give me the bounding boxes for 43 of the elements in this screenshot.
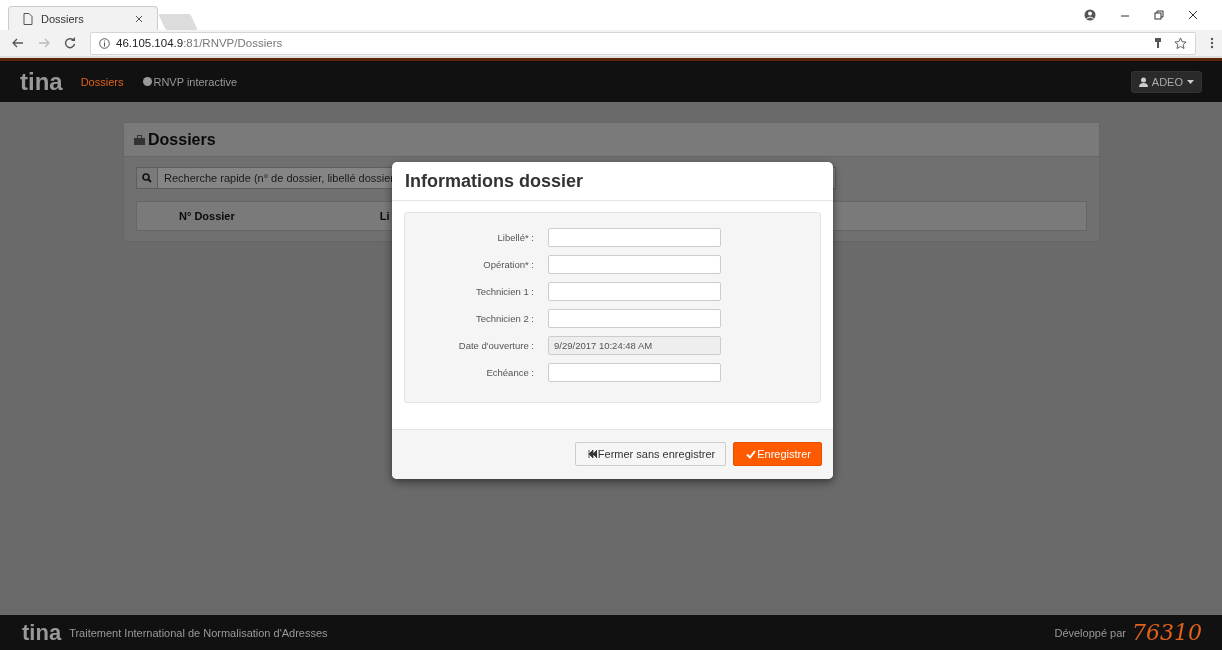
logo: tina xyxy=(22,619,62,646)
input-field[interactable] xyxy=(548,363,721,382)
restore-icon[interactable] xyxy=(1154,10,1164,20)
browser-tab[interactable]: Dossiers xyxy=(8,6,158,30)
nav-link[interactable]: RNVP interactive xyxy=(143,75,238,88)
caret-icon xyxy=(1187,79,1194,84)
field-label: Opération* : xyxy=(482,259,535,270)
close-icon[interactable] xyxy=(1188,10,1198,20)
logo[interactable]: tina xyxy=(20,67,63,96)
reload-icon[interactable] xyxy=(64,37,76,49)
field-label: Echéance : xyxy=(485,367,535,378)
modal-title: Informations dossier xyxy=(405,170,584,192)
briefcase-icon xyxy=(134,134,145,145)
tagline: Traitement International de Normalisation d'Adresses xyxy=(69,626,328,639)
panel-title: Dossiers xyxy=(148,130,216,149)
search-icon xyxy=(142,173,152,183)
nav-link[interactable]: Dossiers xyxy=(80,75,124,88)
field-label: Technicien 2 : xyxy=(474,313,535,324)
input-field[interactable] xyxy=(548,309,721,328)
user-menu-button[interactable]: ADEO xyxy=(1130,70,1202,93)
field-label: Technicien 1 : xyxy=(474,286,535,297)
page-icon xyxy=(23,12,33,25)
input-field[interactable] xyxy=(548,228,721,247)
address-bar[interactable]: 46.105.104.9:81/RNVP/Dossiers xyxy=(90,31,1196,55)
close-icon[interactable] xyxy=(135,14,143,23)
credit-text: Développé par xyxy=(1054,626,1126,639)
backward-icon xyxy=(587,450,597,458)
field-label: Libellé* : xyxy=(496,232,535,243)
check-icon xyxy=(746,449,757,459)
field-label: Date d'ouverture : xyxy=(457,340,535,351)
back-icon[interactable] xyxy=(12,38,24,48)
column-header[interactable]: N° Dossier xyxy=(179,210,235,222)
input-field[interactable] xyxy=(548,282,721,301)
star-icon[interactable] xyxy=(1174,36,1187,50)
info-icon xyxy=(99,37,110,49)
key-icon[interactable] xyxy=(1154,37,1162,49)
brand-logo[interactable]: 76310 xyxy=(1132,621,1202,644)
menu-icon[interactable] xyxy=(1210,37,1214,49)
column-header[interactable]: Li xyxy=(379,210,390,222)
close-button[interactable]: Fermer sans enregistrer xyxy=(574,442,727,466)
account-icon[interactable] xyxy=(1084,9,1096,21)
input-field[interactable] xyxy=(548,255,721,274)
user-icon xyxy=(1138,76,1148,87)
